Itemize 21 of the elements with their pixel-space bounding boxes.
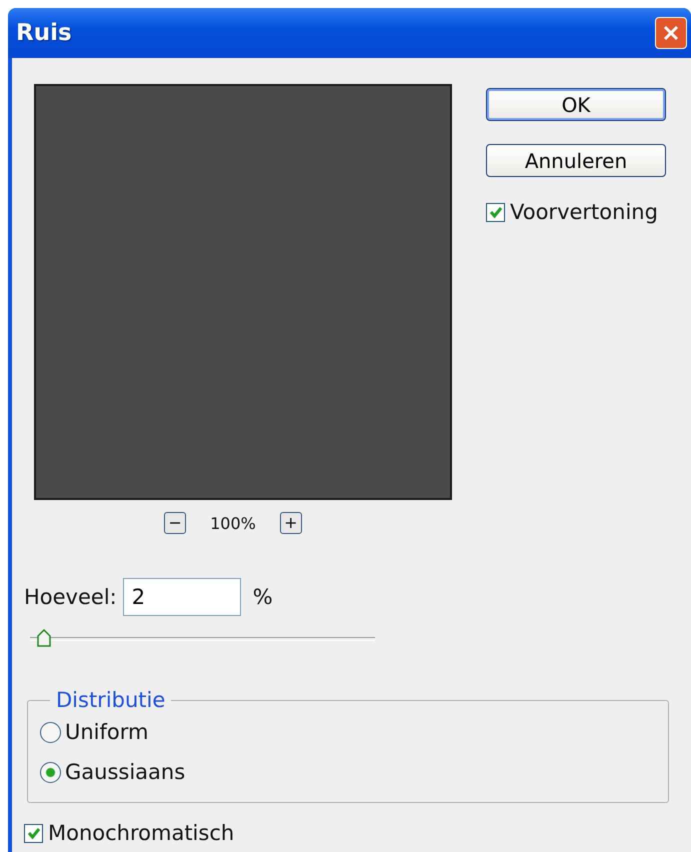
radio-button[interactable] [40,722,61,742]
option-label: Uniform [65,720,148,744]
radio-button[interactable] [40,762,61,782]
monochromatic-label: Monochromatisch [48,821,234,845]
window-title: Ruis [16,20,72,46]
preview-label: Voorvertoning [510,200,658,224]
cancel-button[interactable]: Annuleren [486,144,666,177]
checkbox[interactable] [24,824,43,842]
percent-label: % [252,585,273,609]
checkbox[interactable] [486,202,505,222]
slider-thumb[interactable] [36,629,51,647]
zoom-level: 100% [210,514,256,532]
option-label: Gaussiaans [65,760,186,784]
zoom-out-button[interactable]: − [164,512,186,534]
close-icon[interactable] [655,17,687,49]
amount-slider[interactable] [30,628,375,648]
zoom-in-button[interactable]: + [280,512,302,534]
amount-field[interactable]: 2 [122,578,241,616]
amount-label: Hoeveel: [24,585,117,609]
ok-button[interactable]: OK [486,88,666,121]
group-title: Distributie [55,688,166,712]
